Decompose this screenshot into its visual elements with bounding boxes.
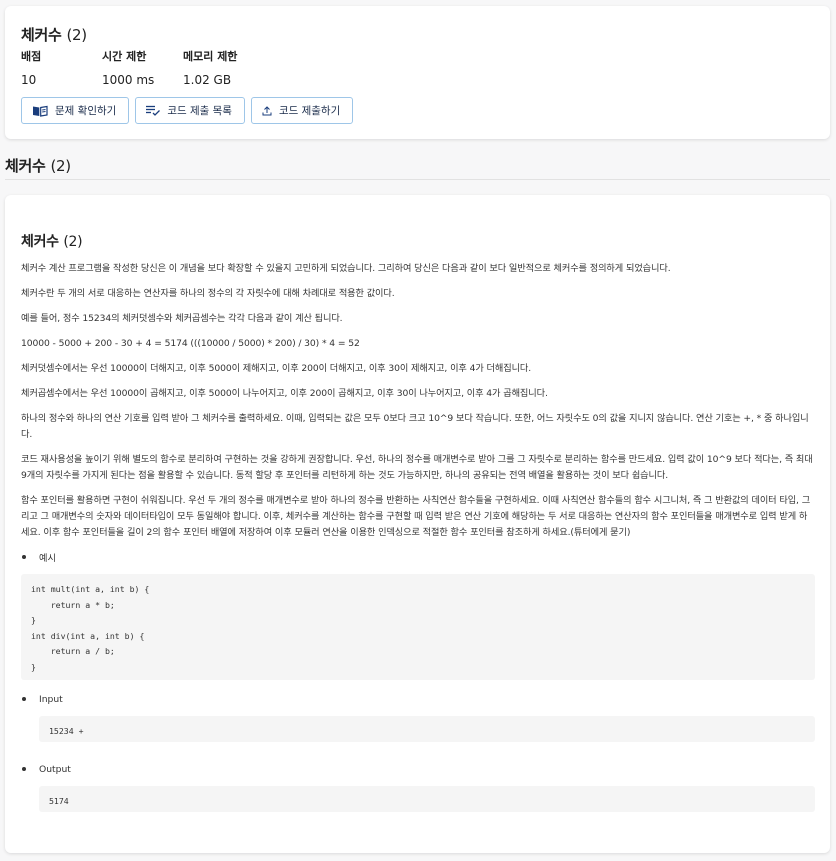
- meta-time-value: 1000 ms: [102, 73, 155, 87]
- example-code-block: int mult(int a, int b) { return a * b; }…: [21, 574, 815, 680]
- check-problem-button[interactable]: 문제 확인하기: [21, 97, 130, 124]
- paragraph: 함수 포인터를 활용하면 구현이 쉬워집니다. 우선 두 개의 정수를 매개변수…: [21, 495, 811, 538]
- meta-memory-limit: 메모리 제한 1.02 GB: [183, 48, 237, 87]
- paragraph: 체커곱셈수에서는 우선 10000이 곱해지고, 이후 5000이 나누어지고,…: [21, 388, 548, 399]
- divider: [5, 179, 830, 180]
- input-bullet: Input: [21, 692, 815, 706]
- section-title: 체커수 (2): [5, 157, 71, 175]
- submission-list-button[interactable]: 코드 제출 목록: [135, 97, 245, 124]
- output-bullet: Output: [21, 762, 815, 776]
- list-check-icon: [146, 105, 161, 116]
- paragraph: 10000 - 5000 + 200 - 30 + 4 = 5174 (((10…: [21, 338, 360, 349]
- problem-title: 체커수 (2): [21, 26, 87, 44]
- upload-icon: [262, 105, 272, 116]
- meta-score: 배점 10: [21, 48, 41, 87]
- action-buttons: 문제 확인하기 코드 제출 목록 코드 제출하기: [21, 97, 354, 124]
- bullet-icon: [22, 555, 26, 559]
- paragraph: 예를 들어, 정수 15234의 체커덧셈수와 체커곱셈수는 각각 다음과 같이…: [21, 313, 343, 324]
- meta-score-value: 10: [21, 73, 37, 87]
- meta-time-label: 시간 제한: [102, 50, 147, 63]
- meta-score-label: 배점: [21, 50, 42, 63]
- meta-time-limit: 시간 제한 1000 ms: [102, 48, 154, 87]
- input-code-block: 15234 +: [39, 716, 815, 742]
- problem-header-card: 체커수 (2) 배점 10 시간 제한 1000 ms 메모리 제한 1.02 …: [5, 6, 830, 139]
- output-code-block: 5174: [39, 786, 815, 812]
- paragraph: 하나의 정수와 하나의 연산 기호를 입력 받아 그 체커수를 출력하세요. 이…: [21, 413, 809, 440]
- book-icon: [32, 105, 48, 117]
- submit-code-button[interactable]: 코드 제출하기: [250, 97, 354, 124]
- meta-memory-value: 1.02 GB: [183, 73, 232, 87]
- paragraph: 체커덧셈수에서는 우선 10000이 더해지고, 이후 5000이 제해지고, …: [21, 363, 532, 374]
- bullet-icon: [22, 767, 26, 771]
- paragraph: 체커수 계산 프로그램을 작성한 당신은 이 개념을 보다 확장할 수 있을지 …: [21, 263, 671, 274]
- example-bullet: 예시: [21, 550, 815, 564]
- paragraph: 코드 재사용성을 높이기 위해 별도의 함수로 분리하여 구현하는 것을 강하게…: [21, 454, 813, 481]
- paragraph: 체커수란 두 개의 서로 대응하는 연산자를 하나의 정수의 각 자릿수에 대해…: [21, 288, 395, 299]
- problem-heading: 체커수 (2): [21, 234, 83, 250]
- meta-memory-label: 메모리 제한: [183, 50, 238, 63]
- problem-body-card: 체커수 (2) 체커수 계산 프로그램을 작성한 당신은 이 개념을 보다 확장…: [5, 195, 830, 853]
- bullet-icon: [22, 697, 26, 701]
